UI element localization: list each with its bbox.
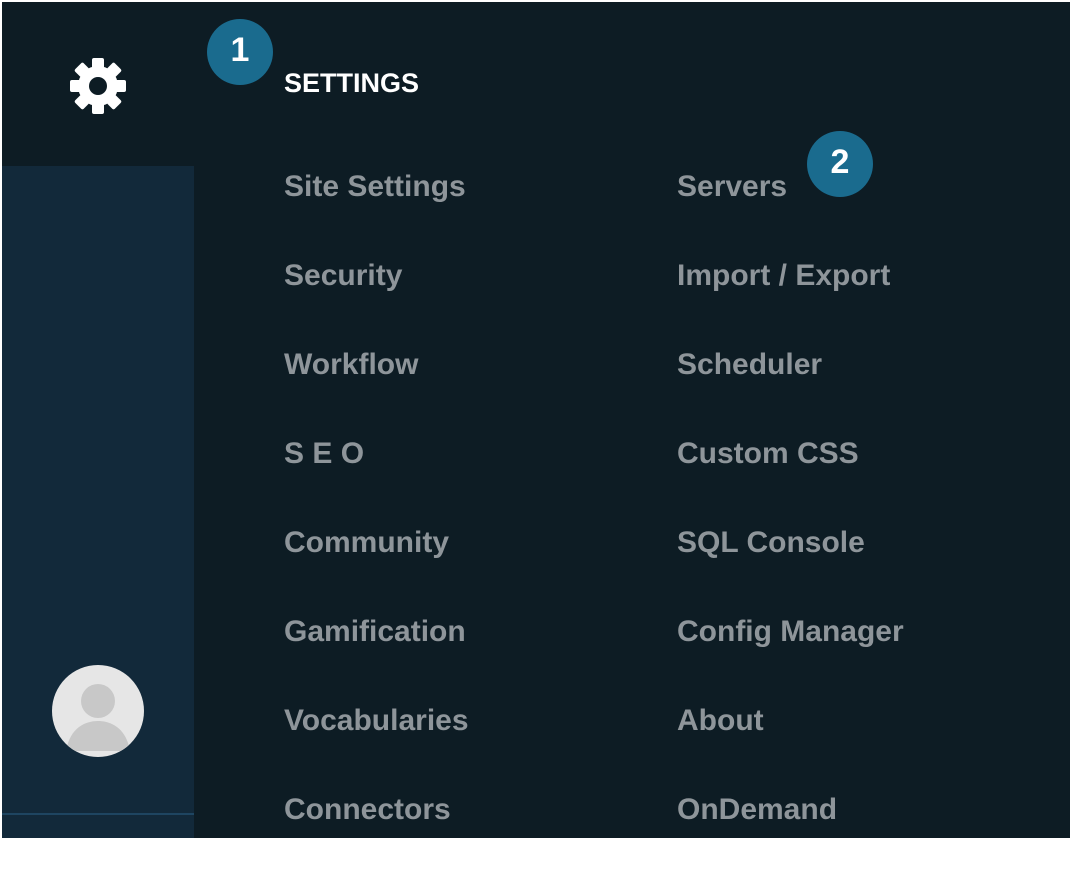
menu-item-sql-console[interactable]: SQL Console xyxy=(677,525,865,561)
callout-badge-1: 1 xyxy=(207,19,273,85)
menu-item-config-manager[interactable]: Config Manager xyxy=(677,614,904,650)
user-avatar-icon xyxy=(66,684,130,751)
menu-item-vocabularies[interactable]: Vocabularies xyxy=(284,703,469,739)
callout-badge-2: 2 xyxy=(807,131,873,197)
menu-item-site-settings[interactable]: Site Settings xyxy=(284,169,466,205)
settings-tile[interactable] xyxy=(2,2,194,166)
menu-item-custom-css[interactable]: Custom CSS xyxy=(677,436,859,472)
menu-item-workflow[interactable]: Workflow xyxy=(284,347,418,383)
gear-icon[interactable] xyxy=(68,56,128,116)
menu-item-security[interactable]: Security xyxy=(284,258,402,294)
menu-item-connectors[interactable]: Connectors xyxy=(284,792,451,828)
menu-item-servers[interactable]: Servers xyxy=(677,169,787,205)
menu-item-import-export[interactable]: Import / Export xyxy=(677,258,890,294)
menu-item-ondemand[interactable]: OnDemand xyxy=(677,792,837,828)
menu-item-scheduler[interactable]: Scheduler xyxy=(677,347,822,383)
menu-item-seo[interactable]: S E O xyxy=(284,436,364,472)
menu-item-about[interactable]: About xyxy=(677,703,764,739)
menu-item-gamification[interactable]: Gamification xyxy=(284,614,466,650)
settings-flyout: SETTINGS Site Settings Security Workflow… xyxy=(2,2,1070,838)
sidebar-divider xyxy=(2,813,194,815)
user-avatar[interactable] xyxy=(52,665,144,757)
left-sidebar xyxy=(2,2,194,838)
settings-heading: SETTINGS xyxy=(284,68,420,98)
menu-item-community[interactable]: Community xyxy=(284,525,449,561)
